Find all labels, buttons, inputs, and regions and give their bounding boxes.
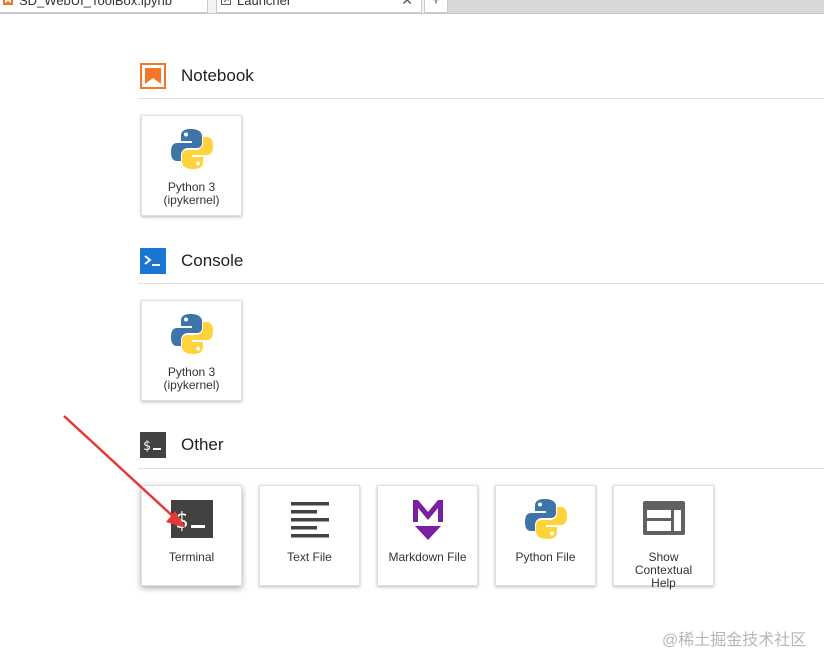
markdown-file-card[interactable]: Markdown File bbox=[377, 485, 478, 586]
close-icon[interactable]: ✕ bbox=[401, 0, 413, 7]
terminal-section-icon: $ bbox=[140, 432, 166, 458]
python-icon bbox=[171, 314, 213, 354]
tab-bar-filler bbox=[448, 0, 824, 13]
contextual-help-card[interactable]: Show Contextual Help bbox=[613, 485, 714, 590]
console-python3-card[interactable]: Python 3 (ipykernel) bbox=[141, 300, 242, 401]
notebook-icon bbox=[3, 0, 13, 5]
card-label: Markdown File bbox=[388, 550, 467, 564]
notebook-python3-card[interactable]: Python 3 (ipykernel) bbox=[141, 115, 242, 216]
card-label: Python 3 (ipykernel) bbox=[163, 180, 220, 207]
python-icon bbox=[525, 499, 567, 539]
section-divider bbox=[138, 468, 824, 469]
contextual-help-icon bbox=[643, 501, 685, 535]
launcher-icon bbox=[221, 0, 231, 5]
section-title: Other bbox=[181, 435, 224, 454]
markdown-icon bbox=[413, 500, 443, 540]
card-label: Text File bbox=[287, 550, 332, 564]
console-section-icon bbox=[140, 248, 166, 274]
svg-text:$: $ bbox=[143, 439, 151, 454]
terminal-card[interactable]: $ Terminal bbox=[141, 485, 242, 586]
terminal-icon: $ bbox=[171, 500, 213, 538]
section-divider bbox=[138, 98, 824, 99]
card-label: Python 3 (ipykernel) bbox=[163, 365, 220, 392]
tab-notebook-file[interactable]: SD_WebUI_ToolBox.ipynb bbox=[0, 0, 208, 13]
section-notebook: Notebook bbox=[140, 63, 824, 93]
section-other: $ Other bbox=[140, 432, 824, 462]
tab-label: Launcher bbox=[237, 0, 292, 8]
tab-label: SD_WebUI_ToolBox.ipynb bbox=[19, 0, 172, 8]
section-divider bbox=[138, 283, 824, 284]
svg-text:$: $ bbox=[175, 509, 188, 534]
python-file-card[interactable]: Python File bbox=[495, 485, 596, 586]
text-file-card[interactable]: Text File bbox=[259, 485, 360, 586]
python-icon bbox=[171, 129, 213, 169]
section-title: Console bbox=[181, 251, 244, 270]
card-label: Terminal bbox=[168, 550, 215, 564]
section-title: Notebook bbox=[181, 66, 254, 85]
tab-bar: SD_WebUI_ToolBox.ipynb Launcher ✕ + bbox=[0, 0, 824, 14]
text-file-icon bbox=[291, 502, 329, 538]
tab-launcher[interactable]: Launcher ✕ bbox=[216, 0, 422, 13]
notebook-section-icon bbox=[140, 63, 166, 89]
card-label: Show Contextual Help bbox=[634, 550, 693, 590]
watermark: @稀土掘金技术社区 bbox=[662, 632, 807, 649]
add-tab-button[interactable]: + bbox=[424, 0, 448, 13]
section-console: Console bbox=[140, 248, 824, 278]
card-label: Python File bbox=[515, 550, 576, 564]
